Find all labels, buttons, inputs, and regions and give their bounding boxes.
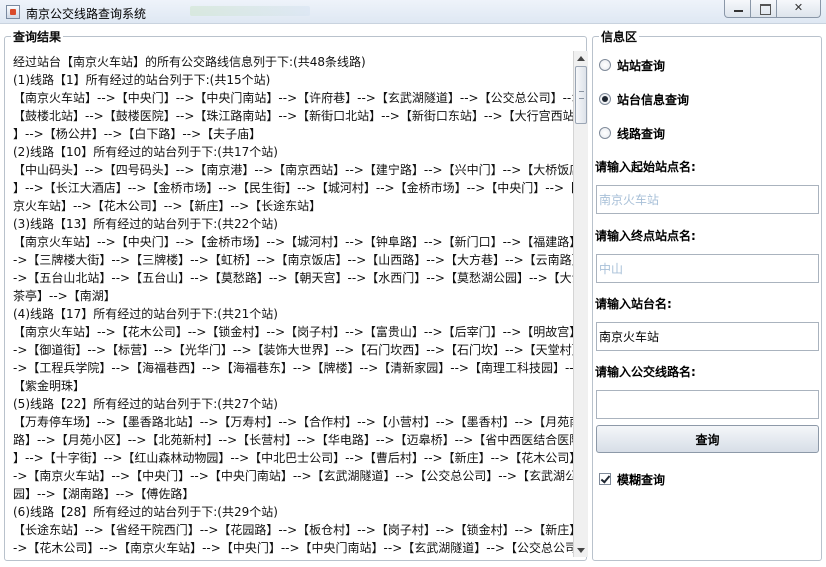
result-line: 京火车站】-->【花木公司】-->【新庄】-->【长途东站】 bbox=[13, 199, 322, 213]
result-line: ->【南京火车站】-->【中央门】-->【中央门南站】-->【玄武湖隧道】-->… bbox=[13, 469, 573, 483]
fuzzy-query-checkbox-row[interactable]: 模糊查询 bbox=[599, 470, 665, 488]
radio-route-query[interactable]: 线路查询 bbox=[599, 124, 665, 142]
result-line: 经过站台【南京火车站】的所有公交路线信息列于下:(共48条线路) bbox=[13, 55, 366, 69]
checkbox-check-icon[interactable] bbox=[599, 473, 611, 485]
result-line: 【南京火车站】-->【花木公司】-->【锁金村】-->【岗子村】-->【富贵山】… bbox=[13, 325, 573, 339]
radio-label: 站站查询 bbox=[617, 58, 666, 73]
main-content: 查询结果 经过站台【南京火车站】的所有公交路线信息列于下:(共48条线路) (1)… bbox=[0, 25, 826, 567]
radio-station-info[interactable]: 站台信息查询 bbox=[599, 90, 689, 108]
minimize-button[interactable] bbox=[724, 0, 751, 18]
result-line: (2)线路【10】所有经过的站台列于下:(共17个站) bbox=[13, 145, 278, 159]
start-station-input[interactable] bbox=[596, 185, 819, 214]
end-station-input[interactable] bbox=[596, 254, 819, 283]
title-bar: 南京公交线路查询系统 ✕ bbox=[0, 0, 826, 24]
result-line: 【南京火车站】-->【中央门】-->【金桥市场】-->【城河村】-->【钟阜路】… bbox=[13, 235, 573, 249]
result-line: (5)线路【22】所有经过的站台列于下:(共27个站) bbox=[13, 397, 278, 411]
station-name-label: 请输入站台名: bbox=[595, 297, 672, 311]
route-name-label: 请输入公交线路名: bbox=[595, 365, 696, 379]
scroll-down-arrow-icon[interactable] bbox=[574, 543, 588, 557]
result-line: 【长途东站】-->【省经干院西门】-->【花园路】-->【板仓村】-->【岗子村… bbox=[13, 523, 573, 537]
result-line: 园】-->【湖南路】-->【傅佐路】 bbox=[13, 487, 195, 501]
result-line: (6)线路【28】所有经过的站台列于下:(共29个站) bbox=[13, 505, 278, 519]
radio-circle-icon[interactable] bbox=[599, 93, 611, 105]
result-line: 】-->【杨公井】-->【白下路】-->【夫子庙】 bbox=[13, 127, 262, 141]
result-line: 路】-->【月苑小区】-->【北苑新村】-->【长营村】-->【华电路】-->【… bbox=[13, 433, 573, 447]
query-button[interactable]: 查询 bbox=[596, 425, 819, 453]
info-panel-title: 信息区 bbox=[599, 28, 640, 45]
result-line: ->【三牌楼大街】-->【三牌楼】-->【虹桥】-->【南京饭店】-->【山西路… bbox=[13, 253, 573, 267]
info-panel: 信息区 站站查询 站台信息查询 线路查询 请输入起始站点名: 请输入终点站点名:… bbox=[592, 28, 822, 561]
result-line: (3)线路【13】所有经过的站台列于下:(共22个站) bbox=[13, 217, 278, 231]
results-scrollbar[interactable] bbox=[573, 51, 588, 557]
result-line: ->【花木公司】-->【南京火车站】-->【中央门】-->【中央门南站】-->【… bbox=[13, 541, 573, 555]
radio-label: 线路查询 bbox=[617, 126, 666, 141]
fuzzy-query-label: 模糊查询 bbox=[617, 472, 666, 487]
radio-circle-icon[interactable] bbox=[599, 127, 611, 139]
result-line: ->【五台山北站】-->【五台山】-->【莫愁路】-->【朝天宫】-->【水西门… bbox=[13, 271, 573, 285]
results-textarea[interactable]: 经过站台【南京火车站】的所有公交路线信息列于下:(共48条线路) (1)线路【1】… bbox=[10, 51, 573, 557]
result-line: 【万寿停车场】-->【墨香路北站】-->【万寿村】-->【合作村】-->【小营村… bbox=[13, 415, 573, 429]
result-line: ->【工程兵学院】-->【海福巷西】-->【海福巷东】-->【牌楼】-->【清新… bbox=[13, 361, 573, 375]
results-panel-title: 查询结果 bbox=[11, 28, 64, 45]
start-station-label: 请输入起始站点名: bbox=[595, 160, 696, 174]
end-station-label: 请输入终点站点名: bbox=[595, 229, 696, 243]
background-window-ghost bbox=[190, 6, 310, 16]
result-line: 【中山码头】-->【四号码头】-->【南京港】-->【南京西站】-->【建宁路】… bbox=[13, 163, 573, 177]
result-line: 茶亭】-->【南湖】 bbox=[13, 289, 116, 303]
radio-circle-icon[interactable] bbox=[599, 59, 611, 71]
result-line: 【鼓楼北站】-->【鼓楼医院】-->【珠江路南站】-->【新街口北站】-->【新… bbox=[13, 109, 573, 123]
close-button[interactable]: ✕ bbox=[776, 0, 821, 18]
radio-label: 站台信息查询 bbox=[617, 92, 690, 107]
radio-station-to-station[interactable]: 站站查询 bbox=[599, 56, 665, 74]
result-line: 】-->【十字街】-->【红山森林动物园】-->【中北巴士公司】-->【曹后村】… bbox=[13, 451, 573, 465]
maximize-button[interactable] bbox=[750, 0, 777, 18]
result-line: (1)线路【1】所有经过的站台列于下:(共15个站) bbox=[13, 73, 271, 87]
result-line: 【南京火车站】-->【中央门】-->【中央门南站】-->【许府巷】-->【玄武湖… bbox=[13, 91, 573, 105]
scrollbar-thumb[interactable] bbox=[575, 66, 587, 124]
station-name-input[interactable] bbox=[596, 322, 819, 351]
result-line: (4)线路【17】所有经过的站台列于下:(共21个站) bbox=[13, 307, 278, 321]
results-panel: 查询结果 经过站台【南京火车站】的所有公交路线信息列于下:(共48条线路) (1)… bbox=[4, 28, 588, 561]
window-title: 南京公交线路查询系统 bbox=[26, 7, 147, 21]
close-icon: ✕ bbox=[793, 1, 804, 14]
scroll-up-arrow-icon[interactable] bbox=[574, 51, 588, 65]
result-line: 【紫金明珠】 bbox=[13, 379, 86, 393]
route-name-input[interactable] bbox=[596, 390, 819, 419]
result-line: 】-->【长江大酒店】-->【金桥市场】-->【民生街】-->【城河村】-->【… bbox=[13, 181, 573, 195]
result-line: ->【御道街】-->【标营】-->【光华门】-->【装饰大世界】-->【石门坎西… bbox=[13, 343, 573, 357]
java-app-icon bbox=[6, 5, 20, 19]
